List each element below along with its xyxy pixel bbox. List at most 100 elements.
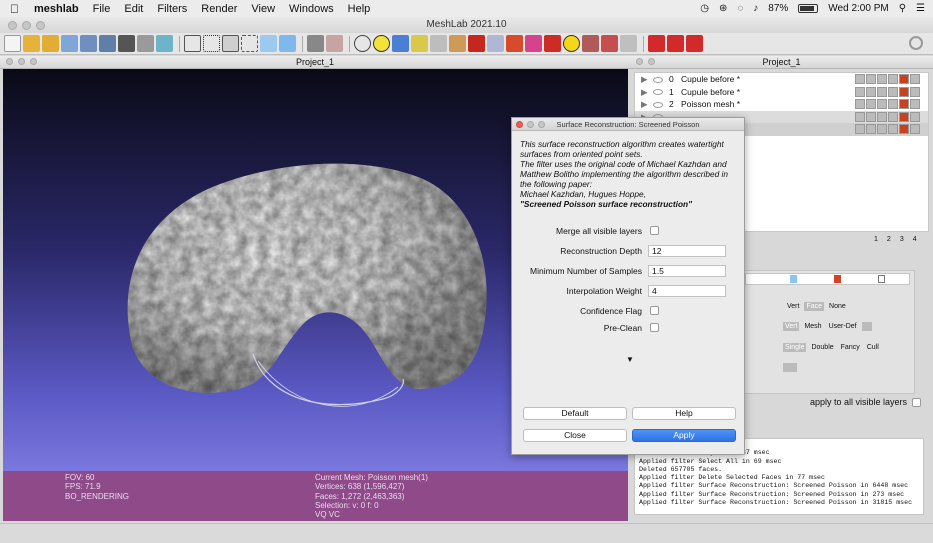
- texture-tab-icon[interactable]: [834, 275, 841, 283]
- select-region-icon[interactable]: [601, 35, 618, 52]
- bbox-toggle-icon[interactable]: [855, 111, 865, 122]
- depth-input[interactable]: 12: [648, 245, 726, 257]
- visibility-eye-icon[interactable]: [653, 101, 663, 108]
- snapshot-icon[interactable]: [118, 35, 135, 52]
- axis-icon[interactable]: [326, 35, 343, 52]
- import-mesh-icon[interactable]: [42, 35, 59, 52]
- bbox-toggle-icon[interactable]: [855, 74, 865, 84]
- select-faces-icon[interactable]: [506, 35, 523, 52]
- expand-arrow-icon[interactable]: ▶: [641, 98, 653, 111]
- close-viewport-icon[interactable]: [6, 58, 13, 65]
- wire-toggle-icon[interactable]: [877, 99, 887, 109]
- points-toggle-icon[interactable]: [866, 86, 876, 97]
- time-machine-icon[interactable]: ◷: [700, 3, 709, 14]
- confidence-checkbox[interactable]: [650, 306, 659, 315]
- help-button[interactable]: Help: [632, 407, 736, 420]
- annotation-icon[interactable]: [373, 35, 390, 52]
- layers-icon[interactable]: [137, 35, 154, 52]
- shading-none[interactable]: None: [827, 302, 848, 311]
- points-icon[interactable]: [203, 35, 220, 52]
- fill-toggle-icon[interactable]: [888, 86, 898, 97]
- close-window-icon[interactable]: [8, 21, 17, 30]
- raster-icon[interactable]: [156, 35, 173, 52]
- page-tab-3[interactable]: 3: [900, 236, 904, 243]
- select-vertices-icon[interactable]: [525, 35, 542, 52]
- options-toggle-icon[interactable]: [910, 86, 920, 97]
- select-connected-icon[interactable]: [582, 35, 599, 52]
- export-mesh-icon[interactable]: [99, 35, 116, 52]
- texture-toggle-icon[interactable]: [899, 124, 909, 134]
- color-user-def[interactable]: User-Def: [827, 322, 859, 331]
- apply-button[interactable]: Apply: [632, 429, 736, 442]
- texture-toggle-icon[interactable]: [899, 99, 909, 109]
- trackball-icon[interactable]: [354, 35, 371, 52]
- weight-input[interactable]: 4: [648, 285, 726, 297]
- fill-toggle-icon[interactable]: [888, 99, 898, 109]
- measure-icon[interactable]: [392, 35, 409, 52]
- close-button[interactable]: Close: [523, 429, 627, 442]
- color-vert[interactable]: Vert: [783, 322, 800, 331]
- search-icon[interactable]: [909, 36, 923, 50]
- menu-view[interactable]: View: [251, 3, 275, 15]
- wireframe-icon[interactable]: [222, 35, 239, 52]
- samples-input[interactable]: 1.5: [648, 265, 726, 277]
- delete-faces-icon[interactable]: [667, 35, 684, 52]
- layer-row[interactable]: ▶ 0 Cupule before *: [635, 73, 928, 86]
- menu-file[interactable]: File: [93, 3, 111, 15]
- color-swatch[interactable]: [861, 322, 872, 331]
- points-toggle-icon[interactable]: [866, 124, 876, 134]
- georef-icon[interactable]: [544, 35, 561, 52]
- texture-toggle-icon[interactable]: [899, 74, 909, 84]
- close-panel-icon[interactable]: [636, 58, 643, 65]
- layer-row[interactable]: ▶ 1 Cupule before *: [635, 86, 928, 99]
- reload-icon[interactable]: [61, 35, 78, 52]
- points-toggle-icon[interactable]: [866, 99, 876, 109]
- smooth-shading-icon[interactable]: [279, 35, 296, 52]
- texture-toggle-icon[interactable]: [899, 111, 909, 122]
- points-toggle-icon[interactable]: [866, 111, 876, 122]
- menu-help[interactable]: Help: [348, 3, 371, 15]
- wifi-icon[interactable]: ◌: [737, 3, 743, 14]
- shading-face[interactable]: Face: [804, 302, 825, 311]
- options-toggle-icon[interactable]: [910, 99, 920, 109]
- expand-arrow-icon[interactable]: ▶: [641, 86, 653, 99]
- bbox-toggle-icon[interactable]: [855, 124, 865, 134]
- bbox-icon[interactable]: [184, 35, 201, 52]
- close-dialog-icon[interactable]: [516, 121, 523, 128]
- minimize-window-icon[interactable]: [22, 21, 31, 30]
- menu-render[interactable]: Render: [201, 3, 237, 15]
- wire-tab-icon[interactable]: [878, 275, 885, 283]
- pick-icon[interactable]: [620, 35, 637, 52]
- merge-checkbox[interactable]: [650, 226, 659, 235]
- wire-toggle-icon[interactable]: [877, 111, 887, 122]
- expand-arrow-icon[interactable]: ▶: [641, 73, 653, 86]
- notification-center-icon[interactable]: ☰: [916, 3, 925, 14]
- delete-faces-vertices-icon[interactable]: [686, 35, 703, 52]
- lighting-double[interactable]: Double: [809, 343, 835, 352]
- more-params-arrow-icon[interactable]: ▼: [626, 355, 634, 364]
- info-icon[interactable]: [563, 35, 580, 52]
- paint-icon[interactable]: [411, 35, 428, 52]
- texture-icon[interactable]: [307, 35, 324, 52]
- hidden-lines-icon[interactable]: [241, 35, 258, 52]
- wire-toggle-icon[interactable]: [877, 74, 887, 84]
- flat-shading-icon[interactable]: [260, 35, 277, 52]
- reload-all-icon[interactable]: [80, 35, 97, 52]
- camera-icon[interactable]: [430, 35, 447, 52]
- new-project-icon[interactable]: [4, 35, 21, 52]
- apple-icon[interactable]: : [10, 2, 28, 16]
- options-toggle-icon[interactable]: [910, 124, 920, 134]
- spotlight-icon[interactable]: ⚲: [899, 3, 906, 14]
- zoom-viewport-icon[interactable]: [30, 58, 37, 65]
- delete-vertices-icon[interactable]: [648, 35, 665, 52]
- fill-toggle-icon[interactable]: [888, 124, 898, 134]
- align-icon[interactable]: [487, 35, 504, 52]
- shading-vert[interactable]: Vert: [785, 302, 801, 311]
- float-panel-icon[interactable]: [648, 58, 655, 65]
- battery-icon[interactable]: [798, 4, 819, 13]
- bbox-toggle-icon[interactable]: [855, 99, 865, 109]
- color-mesh[interactable]: Mesh: [802, 322, 823, 331]
- open-project-icon[interactable]: [23, 35, 40, 52]
- menu-filters[interactable]: Filters: [157, 3, 187, 15]
- wire-toggle-icon[interactable]: [877, 86, 887, 97]
